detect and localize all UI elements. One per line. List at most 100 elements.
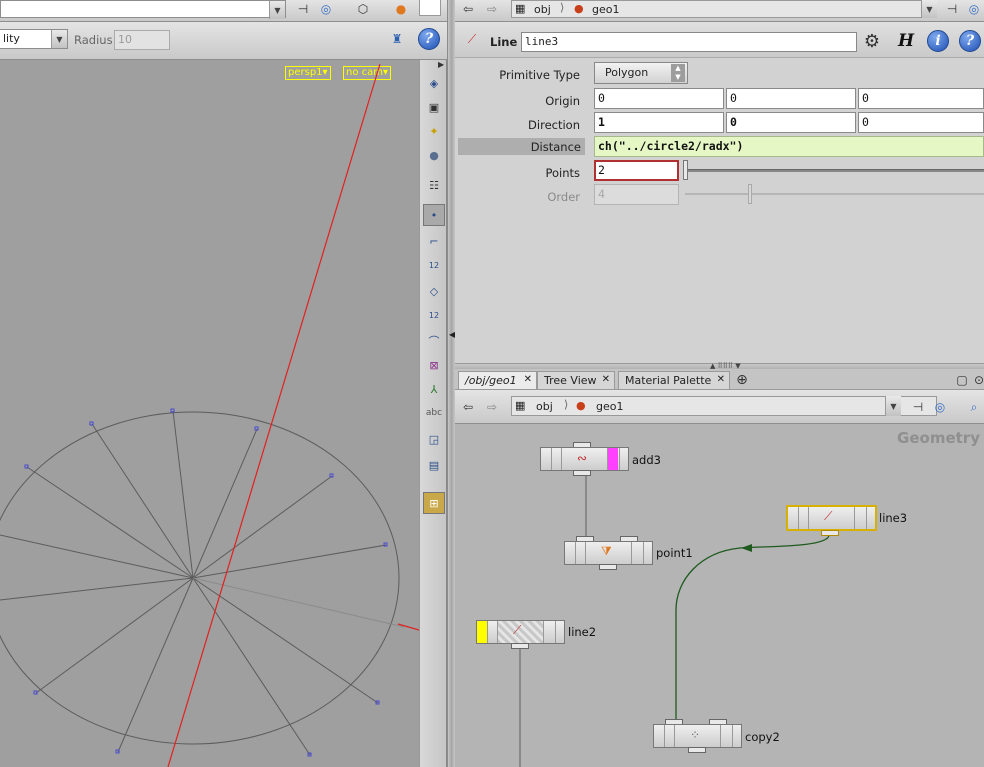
scene-viewport[interactable]: persp1▾ no cam▾ bbox=[0, 60, 419, 767]
pane-splitter[interactable]: ◀ bbox=[447, 0, 455, 767]
points-field[interactable]: 2 bbox=[594, 160, 679, 181]
node-divider bbox=[732, 725, 733, 747]
prim-numbers-icon[interactable]: 12 bbox=[423, 304, 445, 326]
back-arrow-icon[interactable]: ⇦ bbox=[457, 396, 479, 418]
point-numbers-icon[interactable]: 12 bbox=[423, 254, 445, 276]
point-normals-icon[interactable]: ⌐ bbox=[423, 230, 445, 252]
node-point1[interactable]: ⧩ bbox=[564, 541, 653, 565]
viewport-blank-button[interactable] bbox=[419, 0, 441, 16]
zoom-icon[interactable]: ⌕ bbox=[963, 396, 984, 418]
background-image-icon[interactable]: ▤ bbox=[423, 454, 445, 476]
points-row: Points bbox=[455, 164, 580, 182]
network-path-context[interactable]: obj bbox=[536, 400, 553, 413]
copy2-output-port[interactable] bbox=[688, 747, 706, 753]
tab-tree-view[interactable]: Tree View ✕ bbox=[537, 371, 615, 389]
node-line3[interactable]: ⟋ bbox=[786, 505, 877, 531]
prim-normals-icon[interactable]: ◇ bbox=[423, 280, 445, 302]
network-editor[interactable]: Geometry ∾ add3 ⧩ point1 ⟋ line3 ⟋ line2… bbox=[455, 424, 984, 767]
viewport-help-icon[interactable]: ? bbox=[418, 28, 440, 50]
node-wires bbox=[519, 476, 830, 767]
node-add3[interactable]: ∾ bbox=[540, 447, 629, 471]
node-name-field[interactable]: line3 bbox=[521, 32, 857, 52]
sphere-icon[interactable]: ● bbox=[423, 144, 445, 166]
guide-line-red bbox=[167, 63, 381, 767]
network-path-node[interactable]: geo1 bbox=[596, 400, 623, 413]
node-divider bbox=[487, 621, 488, 643]
node-divider bbox=[585, 542, 586, 564]
param-path-node[interactable]: geo1 bbox=[592, 3, 619, 16]
houdini-h-icon[interactable]: H bbox=[895, 30, 917, 52]
radius-field[interactable]: 10 bbox=[114, 30, 170, 50]
close-icon[interactable]: ✕ bbox=[602, 374, 610, 385]
gear-icon[interactable]: ⚙ bbox=[861, 30, 883, 52]
display-options-icon[interactable]: ☷ bbox=[423, 174, 445, 196]
node-display-flag[interactable] bbox=[608, 448, 618, 470]
node-point1-label[interactable]: point1 bbox=[656, 546, 693, 560]
param-help-icon[interactable]: ? bbox=[959, 30, 981, 52]
tab-obj-geo1[interactable]: /obj/geo1 ✕ bbox=[458, 371, 537, 389]
points-slider-handle[interactable] bbox=[683, 160, 688, 180]
direction-z-field[interactable]: 0 bbox=[858, 112, 984, 133]
origin-x-field[interactable]: 0 bbox=[594, 88, 724, 109]
distance-expression-field[interactable]: ch("../circle2/radx") bbox=[594, 136, 984, 157]
param-path-dropdown[interactable]: ▼ bbox=[917, 0, 937, 18]
points-slider-track[interactable] bbox=[685, 169, 984, 172]
tab-material-palette[interactable]: Material Palette ✕ bbox=[618, 371, 730, 389]
origin-y-value: 0 bbox=[730, 91, 737, 105]
grid-layout-icon[interactable]: ⊞ bbox=[423, 492, 445, 514]
shading-dropdown[interactable]: lity ▼ bbox=[0, 29, 68, 49]
show-points-icon[interactable]: • bbox=[423, 204, 445, 226]
layers-icon[interactable]: ◈ bbox=[423, 72, 445, 94]
node-divider bbox=[575, 542, 576, 564]
snapshot-icon[interactable]: ◲ bbox=[423, 428, 445, 450]
distance-row: Distance bbox=[458, 138, 585, 155]
add3-output-port[interactable] bbox=[573, 470, 591, 476]
node-copy2[interactable]: ⁘ bbox=[653, 724, 742, 748]
node-line2-label[interactable]: line2 bbox=[568, 625, 596, 639]
line-sop-icon[interactable]: ⟋ bbox=[461, 28, 483, 50]
shelf-arrow-icon[interactable]: ▶ bbox=[438, 60, 444, 69]
bounding-box-icon[interactable]: ⊠ bbox=[423, 354, 445, 376]
shaded-sphere-icon[interactable]: ● bbox=[390, 0, 412, 20]
back-arrow-icon[interactable]: ⇦ bbox=[457, 0, 479, 20]
pane-menu-icon[interactable]: ⊙ bbox=[968, 369, 984, 391]
text-tool-icon[interactable]: abc bbox=[423, 402, 445, 424]
close-icon[interactable]: ✕ bbox=[524, 374, 532, 385]
node-bypass-flag[interactable] bbox=[477, 621, 487, 643]
node-line2[interactable]: ⟋ bbox=[476, 620, 565, 644]
node-add3-label[interactable]: add3 bbox=[632, 453, 661, 467]
forward-arrow-icon[interactable]: ⇨ bbox=[481, 0, 503, 20]
param-path-context[interactable]: obj bbox=[534, 3, 551, 16]
target-icon[interactable]: ◎ bbox=[315, 0, 337, 20]
direction-x-field[interactable]: 1 bbox=[594, 112, 724, 133]
pin-icon[interactable]: ⊣ bbox=[292, 0, 314, 20]
direction-y-field[interactable]: 0 bbox=[726, 112, 856, 133]
line2-output-port[interactable] bbox=[511, 643, 529, 649]
viewport-top-dropdown[interactable]: ▼ bbox=[0, 0, 286, 19]
origin-y-field[interactable]: 0 bbox=[726, 88, 856, 109]
primitive-type-menu[interactable]: Polygon ▲ ▼ bbox=[594, 62, 688, 84]
point-numbers-label: 12 bbox=[428, 260, 440, 270]
target-icon[interactable]: ◎ bbox=[929, 396, 951, 418]
node-copy2-label[interactable]: copy2 bbox=[745, 730, 780, 744]
forward-arrow-icon[interactable]: ⇨ bbox=[481, 396, 503, 418]
light-tool-icon[interactable]: ♜ bbox=[386, 28, 408, 50]
camera-icon[interactable]: ▣ bbox=[423, 96, 445, 118]
curve-icon[interactable]: ⌒ bbox=[423, 330, 445, 352]
pin-icon[interactable]: ⊣ bbox=[941, 0, 963, 20]
add-tab-icon[interactable]: ⊕ bbox=[731, 369, 753, 391]
line3-output-port[interactable] bbox=[821, 530, 839, 536]
network-path-dropdown[interactable]: ▼ bbox=[881, 396, 901, 416]
network-path-bar: ⇦ ⇨ ▦ obj ⟩ ● geo1 ▼ ⊣ ◎ ⌕ bbox=[455, 390, 984, 424]
close-icon[interactable]: ✕ bbox=[717, 374, 725, 385]
node-divider bbox=[561, 448, 562, 470]
wireframe-cube-icon[interactable]: ⬡ bbox=[352, 0, 374, 20]
node-line3-label[interactable]: line3 bbox=[879, 511, 907, 525]
axes-icon[interactable]: ⅄ bbox=[423, 378, 445, 400]
point1-output-port[interactable] bbox=[599, 564, 617, 570]
light-bulb-icon[interactable]: ✦ bbox=[423, 120, 445, 142]
pin-icon[interactable]: ⊣ bbox=[907, 396, 929, 418]
origin-z-field[interactable]: 0 bbox=[858, 88, 984, 109]
target-icon[interactable]: ◎ bbox=[963, 0, 984, 20]
info-icon[interactable]: i bbox=[927, 30, 949, 52]
